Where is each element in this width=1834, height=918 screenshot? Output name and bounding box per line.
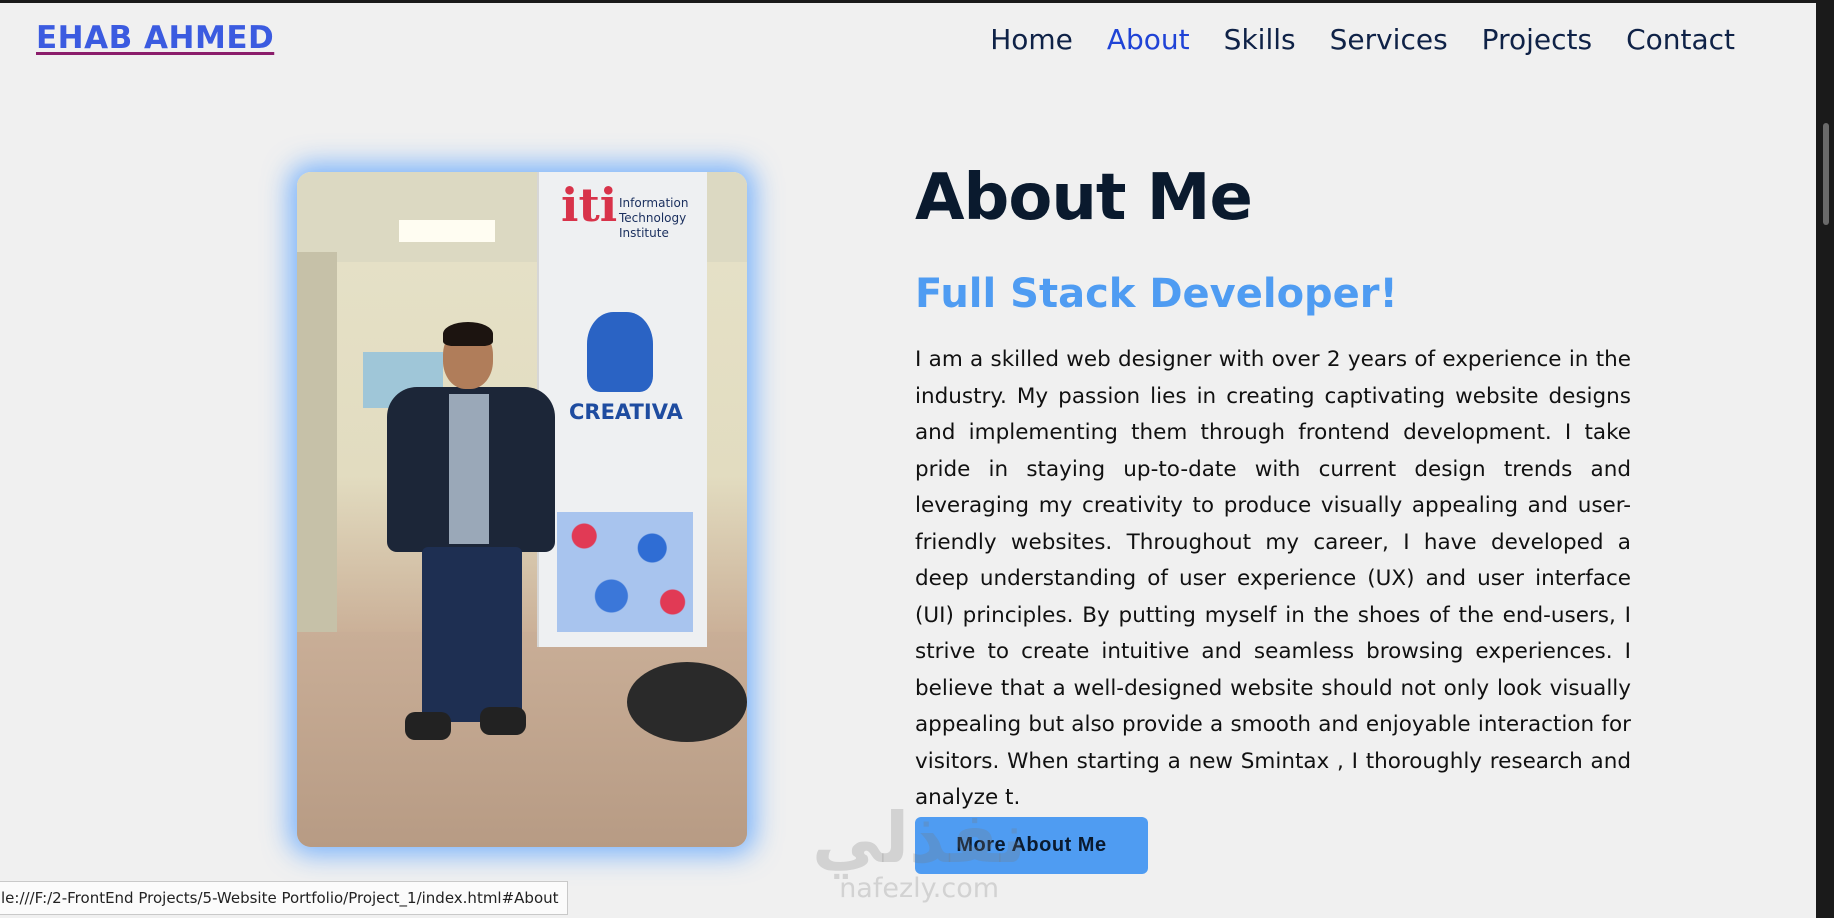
person-jeans [422,547,522,722]
about-section: About Me Full Stack Developer! I am a sk… [915,158,1631,817]
nafezly-watermark: نفذلي nafezly.com [812,803,1026,905]
nav-about[interactable]: About [1107,23,1190,56]
photo-wall [297,252,337,682]
person-shoe-right [480,707,526,735]
main-nav: Home About Skills Services Projects Cont… [990,23,1735,56]
person-shoe-left [405,712,451,740]
scrollbar[interactable] [1816,3,1834,918]
person-hair [443,322,493,346]
banner-stand [627,662,747,742]
nav-skills[interactable]: Skills [1224,23,1296,56]
watermark-arabic: نفذلي [812,797,1027,879]
banner-org-name: Information Technology Institute [619,196,689,240]
banner-pattern [557,512,693,632]
banner-head-icon [587,312,653,392]
about-paragraph: I am a skilled web designer with over 2 … [915,347,1631,810]
banner-logo: iti [561,178,618,232]
about-title: About Me [915,161,1253,235]
about-subtitle: Full Stack Developer! [915,271,1398,317]
nav-home[interactable]: Home [990,23,1073,56]
scrollbar-thumb[interactable] [1823,123,1829,225]
watermark-domain: nafezly.com [839,873,1000,904]
nav-services[interactable]: Services [1330,23,1448,56]
nav-contact[interactable]: Contact [1626,23,1735,56]
banner-brand: CREATIVA [569,400,683,424]
nav-projects[interactable]: Projects [1482,23,1592,56]
site-logo[interactable]: EHAB AHMED [36,20,274,56]
person-shirt [449,394,489,544]
profile-photo: iti Information Technology Institute CRE… [297,172,747,847]
photo-banner: iti Information Technology Institute CRE… [537,172,707,647]
photo-ceiling-light [399,220,495,242]
status-bar-url: le:///F:/2-FrontEnd Projects/5-Website P… [0,881,568,915]
